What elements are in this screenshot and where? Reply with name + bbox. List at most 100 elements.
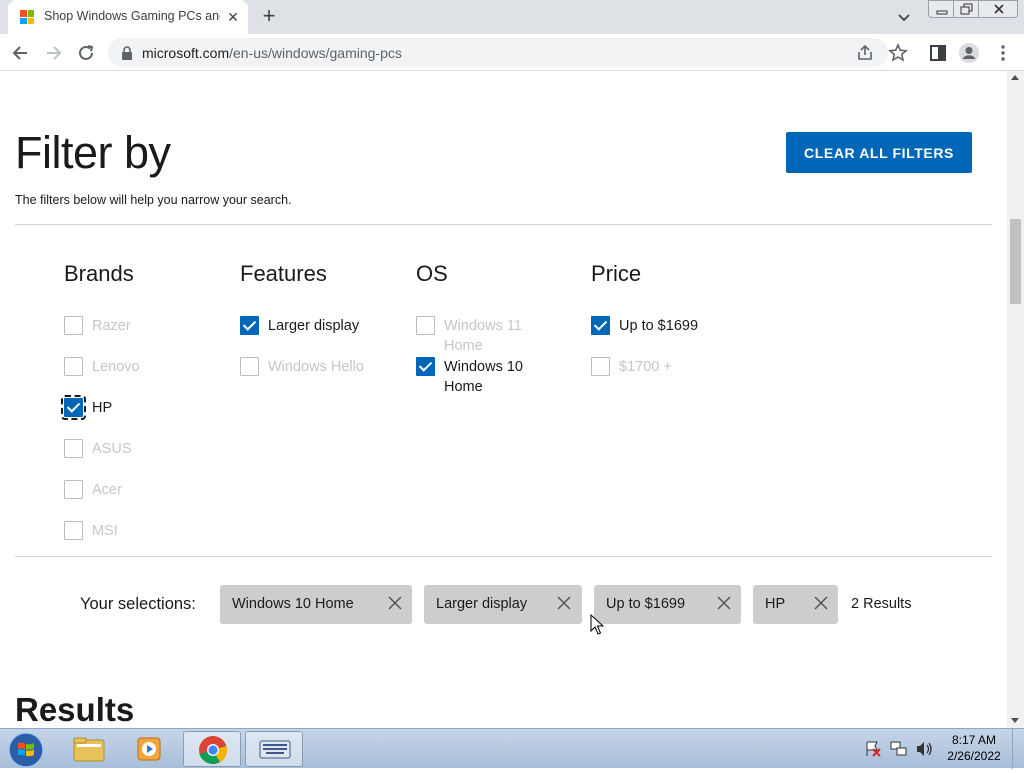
page-subtitle: The filters below will help you narrow y… xyxy=(15,193,292,207)
checkbox[interactable] xyxy=(64,480,83,499)
divider xyxy=(15,556,992,557)
results-heading: Results xyxy=(15,691,135,728)
brand-option-asus[interactable]: ASUS xyxy=(64,439,234,480)
chip-label: Up to $1699 xyxy=(606,596,686,612)
scroll-down-arrow-icon[interactable] xyxy=(1011,718,1019,723)
taskbar-chrome[interactable] xyxy=(183,731,241,767)
forward-button[interactable] xyxy=(42,42,64,64)
keyboard-icon xyxy=(259,740,291,759)
brands-filter-group: Brands Razer Lenovo HP ASUS Acer MSI xyxy=(61,261,234,562)
close-icon xyxy=(994,4,1004,14)
os-filter-group: OS Windows 11 Home Windows 10 Home xyxy=(416,261,546,398)
remove-filter-icon[interactable] xyxy=(813,595,829,611)
features-heading: Features xyxy=(240,261,327,286)
checkbox[interactable] xyxy=(240,316,259,335)
side-panel-icon[interactable] xyxy=(927,42,949,64)
brand-option-razer[interactable]: Razer xyxy=(64,316,234,357)
chevron-down-icon xyxy=(898,14,910,22)
price-heading: Price xyxy=(591,261,642,286)
start-button[interactable] xyxy=(4,730,46,768)
chrome-icon xyxy=(199,736,228,765)
reload-button[interactable] xyxy=(75,42,97,64)
window-restore-button[interactable] xyxy=(953,0,979,18)
option-label: Larger display xyxy=(268,318,360,334)
brand-option-hp[interactable]: HP xyxy=(61,395,234,439)
os-heading: OS xyxy=(416,261,448,286)
tab-title: Shop Windows Gaming PCs and xyxy=(44,9,220,23)
feature-option-larger-display[interactable]: Larger display xyxy=(240,316,410,357)
remove-filter-icon[interactable] xyxy=(556,595,572,611)
system-tray xyxy=(864,739,936,759)
restore-icon xyxy=(960,3,973,15)
checkbox[interactable] xyxy=(61,395,86,420)
browser-toolbar: microsoft.com/en-us/windows/gaming-pcs xyxy=(0,34,1024,71)
url-host: microsoft.com xyxy=(142,45,230,61)
selection-chip-hp: HP xyxy=(753,585,838,624)
checkbox[interactable] xyxy=(64,521,83,540)
reload-icon xyxy=(79,45,94,60)
option-label: MSI xyxy=(92,523,118,539)
remove-filter-icon[interactable] xyxy=(387,595,403,611)
new-tab-button[interactable]: + xyxy=(258,5,280,28)
selection-chip-larger-display: Larger display xyxy=(424,585,582,624)
option-label: ASUS xyxy=(92,441,132,457)
taskbar-file-explorer[interactable] xyxy=(60,731,118,767)
clock-time: 8:17 AM xyxy=(951,733,997,747)
remove-filter-icon[interactable] xyxy=(716,595,732,611)
tab-close-icon[interactable]: ✕ xyxy=(224,8,242,26)
windows-taskbar: 8:17 AM 2/26/2022 xyxy=(0,728,1024,769)
taskbar-clock[interactable]: 8:17 AM 2/26/2022 xyxy=(944,732,1004,764)
checkbox[interactable] xyxy=(591,357,610,376)
page-scrollbar[interactable] xyxy=(1007,71,1024,728)
os-option-windows-10-home[interactable]: Windows 10 Home xyxy=(416,357,546,398)
clear-all-filters-button[interactable]: CLEAR ALL FILTERS xyxy=(786,132,972,173)
action-center-flag-icon[interactable] xyxy=(864,739,882,759)
option-label: Razer xyxy=(92,318,131,334)
window-minimize-button[interactable] xyxy=(928,0,954,18)
checkbox[interactable] xyxy=(64,439,83,458)
price-option-1700-plus[interactable]: $1700 + xyxy=(591,357,761,398)
chip-label: HP xyxy=(765,596,786,612)
feature-option-windows-hello[interactable]: Windows Hello xyxy=(240,357,410,398)
scrollbar-thumb[interactable] xyxy=(1010,219,1021,304)
os-option-windows-11-home[interactable]: Windows 11 Home xyxy=(416,316,546,357)
volume-icon[interactable] xyxy=(914,739,934,759)
network-icon[interactable] xyxy=(889,739,909,759)
checkbox[interactable] xyxy=(240,357,259,376)
browser-tab-strip: Shop Windows Gaming PCs and ✕ + xyxy=(0,0,1024,34)
price-option-up-to-1699[interactable]: Up to $1699 xyxy=(591,316,761,357)
address-bar[interactable]: microsoft.com/en-us/windows/gaming-pcs xyxy=(108,38,888,67)
chip-label: Larger display xyxy=(436,596,528,612)
share-icon[interactable] xyxy=(855,43,875,63)
checkbox[interactable] xyxy=(416,316,435,335)
taskbar-on-screen-keyboard[interactable] xyxy=(245,731,303,767)
star-icon[interactable] xyxy=(887,42,909,64)
divider xyxy=(15,224,992,225)
brand-option-lenovo[interactable]: Lenovo xyxy=(64,357,234,398)
window-close-button[interactable] xyxy=(978,0,1018,18)
folder-icon xyxy=(73,737,105,762)
price-filter-group: Price Up to $1699 $1700 + xyxy=(591,261,761,398)
checkbox[interactable] xyxy=(64,316,83,335)
tab-search-button[interactable] xyxy=(893,7,915,27)
url-text: microsoft.com/en-us/windows/gaming-pcs xyxy=(142,45,402,61)
option-label: HP xyxy=(92,400,113,416)
brand-option-acer[interactable]: Acer xyxy=(64,480,234,521)
microsoft-logo-icon xyxy=(20,10,34,24)
lock-icon[interactable] xyxy=(120,45,134,61)
profile-icon[interactable] xyxy=(958,42,980,64)
results-count: 2 Results xyxy=(851,596,912,612)
forward-icon xyxy=(47,46,62,60)
option-label: Windows 10 Home xyxy=(444,359,523,395)
browser-tab[interactable]: Shop Windows Gaming PCs and ✕ xyxy=(8,0,248,34)
selection-chip-up-to-1699: Up to $1699 xyxy=(594,585,741,624)
scroll-up-arrow-icon[interactable] xyxy=(1011,75,1019,80)
show-desktop-button[interactable] xyxy=(1012,729,1024,769)
checkbox[interactable] xyxy=(591,316,610,335)
menu-icon[interactable] xyxy=(992,42,1014,64)
taskbar-media-player[interactable] xyxy=(121,731,179,767)
checkbox[interactable] xyxy=(64,357,83,376)
option-label: $1700 + xyxy=(619,359,672,375)
checkbox[interactable] xyxy=(416,357,435,376)
back-button[interactable] xyxy=(10,42,32,64)
